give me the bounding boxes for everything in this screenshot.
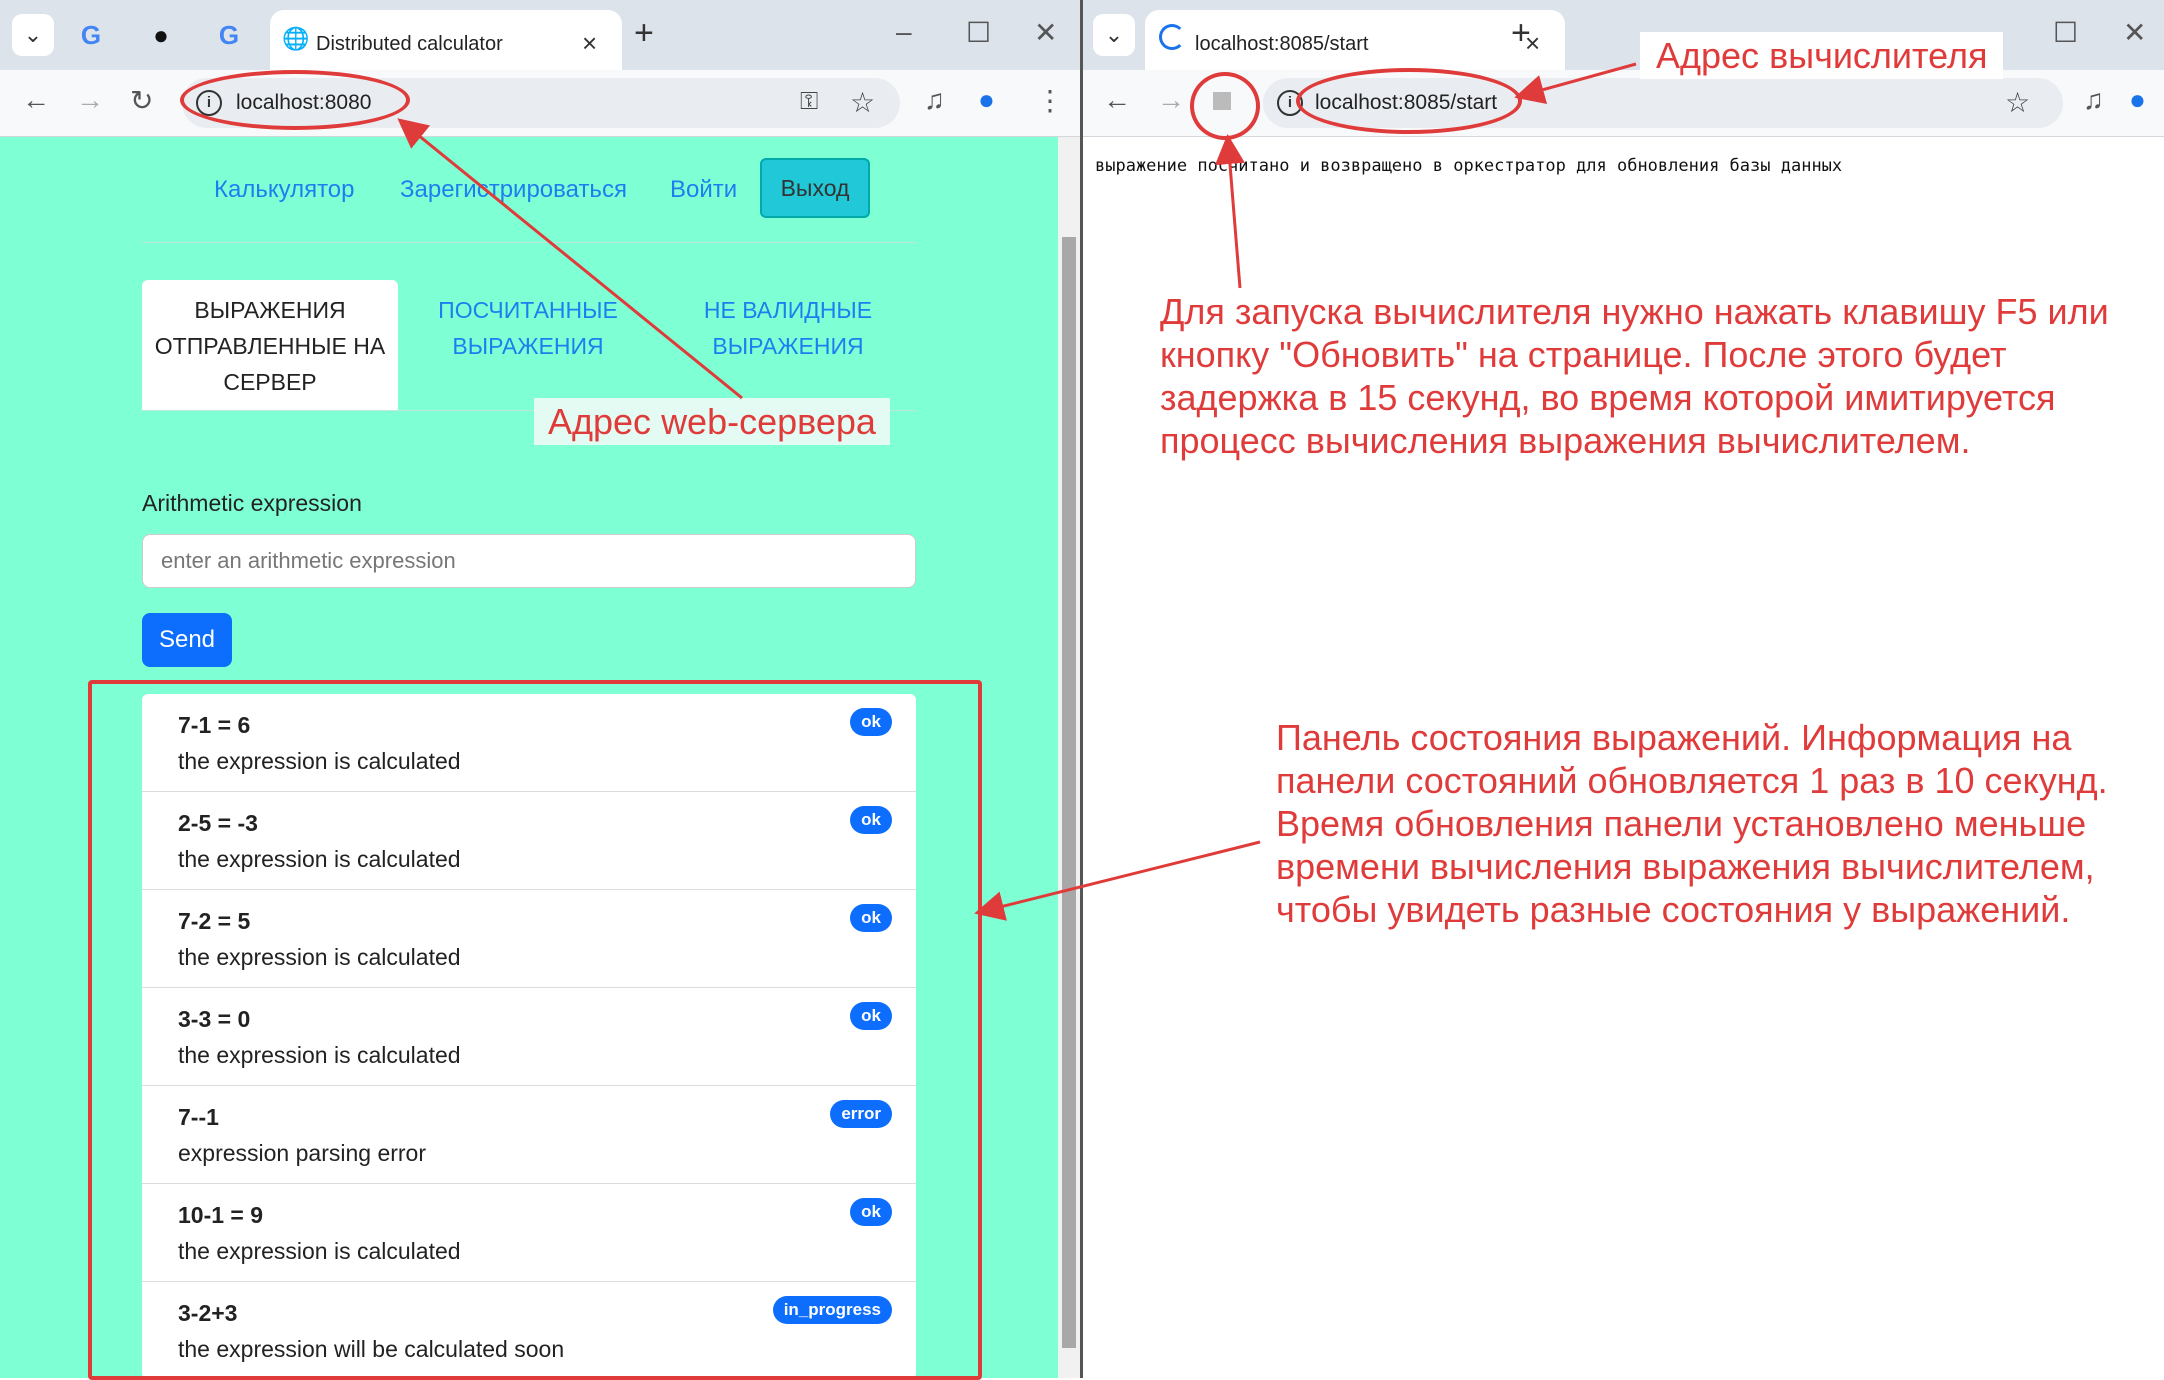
minimize-icon[interactable]: – [896, 16, 912, 48]
tab-invalid-expressions[interactable]: НЕ ВАЛИДНЫЕ ВЫРАЖЕНИЯ [660, 292, 916, 364]
scrollbar-thumb[interactable] [1062, 237, 1076, 1348]
nav-register[interactable]: Зарегистрироваться [400, 176, 627, 204]
google-tab-icon-2[interactable]: G [214, 20, 244, 50]
tab-localhost-8085[interactable]: localhost:8085/start × [1145, 10, 1565, 70]
close-tab-icon[interactable]: × [582, 28, 597, 59]
menu-icon[interactable]: ⋮ [1036, 84, 1064, 117]
bookmark-star-icon[interactable]: ☆ [850, 86, 875, 119]
tab-calculated-expressions[interactable]: ПОСЧИТАННЫЕ ВЫРАЖЕНИЯ [400, 292, 656, 364]
status-panel-highlight [88, 680, 982, 1380]
annotation-panel-hint: Панель состояния выражений. Информация н… [1276, 717, 2108, 930]
google-tab-icon[interactable]: G [76, 20, 106, 50]
send-button[interactable]: Send [142, 613, 232, 667]
back-icon[interactable]: ← [22, 84, 50, 116]
close-window-icon[interactable]: ✕ [1034, 16, 1057, 49]
new-tab-icon[interactable]: + [1511, 14, 1531, 53]
media-icon[interactable]: ♫ [2083, 84, 2104, 116]
back-icon[interactable]: ← [1103, 84, 1131, 116]
url-highlight-right [1296, 68, 1522, 134]
profile-icon[interactable]: ● [2129, 84, 2146, 116]
tab-search-chevron-icon[interactable]: ⌄ [12, 14, 54, 56]
profile-icon[interactable]: ● [978, 84, 995, 116]
maximize-icon[interactable]: ☐ [966, 16, 991, 49]
browser-window-right: ⌄ localhost:8085/start × + ☐ ✕ ← → i loc… [1083, 0, 2164, 1378]
tab-strip: ⌄ G ● G 🌐 Distributed calculator × + – ☐… [0, 0, 1080, 70]
forward-icon[interactable]: → [76, 84, 104, 116]
close-window-icon[interactable]: ✕ [2123, 16, 2146, 49]
reload-highlight [1190, 72, 1260, 140]
tab-distributed-calculator[interactable]: 🌐 Distributed calculator × [270, 10, 622, 70]
nav-login[interactable]: Войти [670, 176, 737, 204]
tab-title: Distributed calculator [316, 33, 503, 55]
nav-calculator[interactable]: Калькулятор [214, 176, 355, 204]
maximize-icon[interactable]: ☐ [2053, 16, 2078, 49]
media-icon[interactable]: ♫ [924, 84, 945, 116]
annotation-web-server: Адрес web-сервера [534, 398, 890, 445]
new-tab-icon[interactable]: + [634, 14, 654, 53]
annotation-f5-hint: Для запуска вычислителя нужно нажать кла… [1160, 291, 2109, 461]
tab-search-chevron-icon[interactable]: ⌄ [1093, 14, 1135, 56]
response-text: выражение посчитано и возвращено в оркес… [1095, 156, 1843, 176]
reload-icon[interactable]: ↻ [130, 84, 153, 117]
scrollbar[interactable] [1058, 137, 1080, 1378]
globe-icon: 🌐 [282, 26, 310, 51]
expression-input[interactable]: enter an arithmetic expression [142, 534, 916, 588]
github-tab-icon[interactable]: ● [146, 20, 176, 50]
url-highlight-left [180, 70, 410, 130]
key-icon[interactable]: ⚿ [800, 88, 818, 116]
tab-submitted-expressions[interactable]: ВЫРАЖЕНИЯ ОТПРАВЛЕННЫЕ НА СЕРВЕР [142, 280, 398, 410]
bookmark-star-icon[interactable]: ☆ [2005, 86, 2030, 119]
annotation-calculator-address: Адрес вычислителя [1640, 32, 2004, 79]
expression-label: Arithmetic expression [142, 490, 362, 516]
logout-button[interactable]: Выход [760, 158, 870, 218]
loading-spinner-icon [1159, 24, 1185, 50]
tab-title: localhost:8085/start [1195, 33, 1369, 55]
forward-icon[interactable]: → [1157, 84, 1185, 116]
divider [142, 242, 916, 243]
